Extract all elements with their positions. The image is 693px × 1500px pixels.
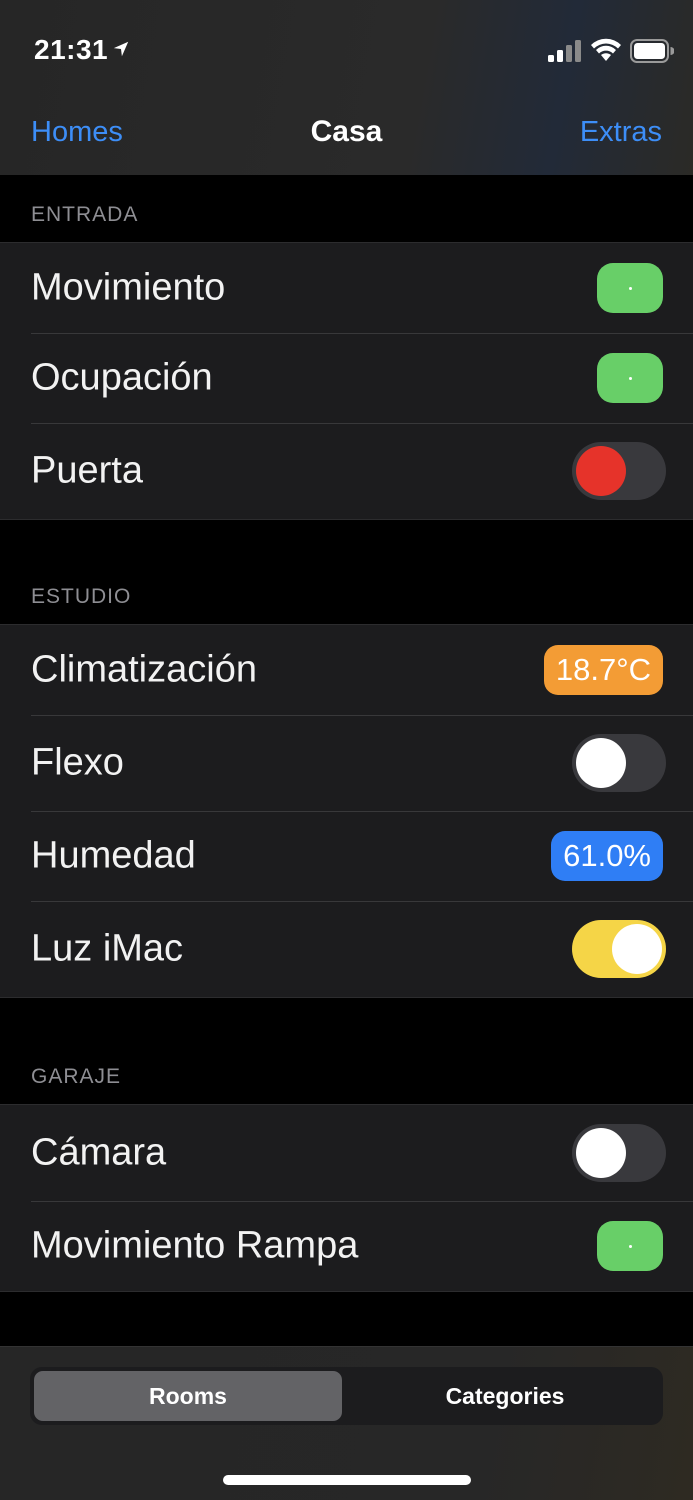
humidity-badge[interactable]: 61.0%	[551, 831, 663, 881]
group-estudio: Climatización 18.7°C Flexo Humedad 61.0%…	[0, 624, 693, 998]
row-luz-imac[interactable]: Luz iMac	[0, 901, 693, 997]
toggle-knob	[576, 738, 626, 788]
home-indicator[interactable]	[223, 1475, 471, 1485]
toggle-knob	[576, 446, 626, 496]
status-time: 21:31	[34, 34, 109, 65]
luz-imac-toggle[interactable]	[572, 920, 666, 978]
bottom-bar: Rooms Categories	[0, 1346, 693, 1500]
row-label: Movimiento Rampa	[31, 1224, 359, 1267]
cellular-signal-icon	[548, 40, 581, 62]
camera-toggle[interactable]	[572, 1124, 666, 1182]
row-label: Luz iMac	[31, 927, 184, 970]
view-segmented-control: Rooms Categories	[30, 1367, 663, 1425]
battery-icon	[630, 39, 674, 63]
door-toggle[interactable]	[572, 442, 666, 500]
flexo-toggle[interactable]	[572, 734, 666, 792]
tab-categories[interactable]: Categories	[351, 1371, 659, 1421]
toggle-knob	[576, 1128, 626, 1178]
motion-sensor-indicator[interactable]	[597, 263, 663, 313]
temperature-badge[interactable]: 18.7°C	[543, 645, 663, 695]
location-arrow-icon	[113, 41, 129, 57]
wifi-icon	[591, 38, 621, 61]
row-label: Flexo	[31, 741, 124, 784]
toggle-knob	[612, 924, 662, 974]
occupancy-sensor-indicator[interactable]	[597, 353, 663, 403]
extras-button[interactable]: Extras	[580, 116, 662, 149]
section-header-entrada: ENTRADA	[31, 203, 139, 226]
row-ocupacion[interactable]: Ocupación	[0, 333, 693, 423]
ramp-motion-sensor-indicator[interactable]	[597, 1221, 663, 1271]
section-header-estudio: ESTUDIO	[31, 585, 132, 608]
row-climatizacion[interactable]: Climatización 18.7°C	[0, 625, 693, 715]
row-humedad[interactable]: Humedad 61.0%	[0, 811, 693, 901]
row-label: Humedad	[31, 834, 196, 877]
row-camara[interactable]: Cámara	[0, 1105, 693, 1201]
tab-rooms[interactable]: Rooms	[34, 1371, 342, 1421]
group-garaje: Cámara Movimiento Rampa	[0, 1104, 693, 1292]
row-label: Climatización	[31, 648, 257, 691]
row-label: Cámara	[31, 1131, 167, 1174]
row-label: Movimiento	[31, 266, 226, 309]
row-label: Ocupación	[31, 356, 213, 399]
row-puerta[interactable]: Puerta	[0, 423, 693, 519]
row-movimiento-rampa[interactable]: Movimiento Rampa	[0, 1201, 693, 1291]
top-bar: 21:31 Homes Casa Extras	[0, 0, 693, 175]
row-label: Puerta	[31, 449, 143, 492]
section-header-garaje: GARAJE	[31, 1065, 122, 1088]
group-entrada: Movimiento Ocupación Puerta	[0, 242, 693, 520]
row-flexo[interactable]: Flexo	[0, 715, 693, 811]
row-movimiento[interactable]: Movimiento	[0, 243, 693, 333]
